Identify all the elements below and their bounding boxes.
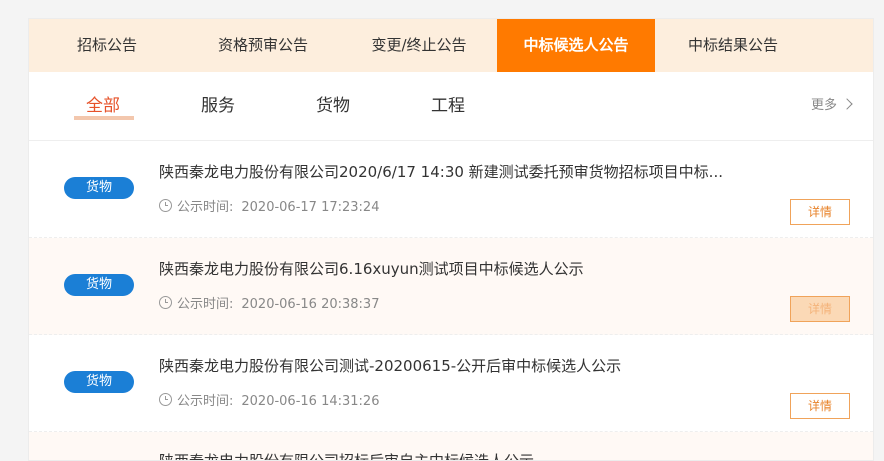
list-item: 陕西秦龙电力股份有限公司招标后审自主中标候选人公示 [29,432,873,460]
chevron-right-icon [841,98,853,110]
tab-prequalification[interactable]: 资格预审公告 [185,19,341,72]
item-meta: 公示时间: 2020-06-17 17:23:24 [159,196,379,215]
clock-icon [159,199,172,212]
item-title-link[interactable]: 陕西秦龙电力股份有限公司招标后审自主中标候选人公示 [159,450,759,460]
publish-time-value: 2020-06-17 17:23:24 [241,200,380,215]
category-services[interactable]: 服务 [201,94,235,118]
item-title-link[interactable]: 陕西秦龙电力股份有限公司测试-20200615-公开后审中标候选人公示 [159,355,759,376]
tab-winning-result[interactable]: 中标结果公告 [655,19,811,72]
announcement-panel: 招标公告 资格预审公告 变更/终止公告 中标候选人公告 中标结果公告 全部 服务… [28,18,874,461]
item-meta: 公示时间: 2020-06-16 14:31:26 [159,390,379,409]
detail-button[interactable]: 详情 [790,393,850,419]
detail-button[interactable]: 详情 [790,296,850,322]
tab-winning-candidate[interactable]: 中标候选人公告 [497,19,655,72]
tab-change-termination[interactable]: 变更/终止公告 [341,19,497,72]
clock-icon [159,393,172,406]
category-filter-bar: 全部 服务 货物 工程 更多 [29,72,873,141]
item-meta: 公示时间: 2020-06-16 20:38:37 [159,293,379,312]
list-item: 货物 陕西秦龙电力股份有限公司测试-20200615-公开后审中标候选人公示 公… [29,335,873,432]
active-category-underline [74,116,134,120]
list-item: 货物 陕西秦龙电力股份有限公司6.16xuyun测试项目中标候选人公示 公示时间… [29,238,873,335]
more-label: 更多 [810,98,837,113]
more-link[interactable]: 更多 [810,96,853,116]
publish-time-label: 公示时间: [177,200,234,215]
clock-icon [159,296,172,309]
publish-time-label: 公示时间: [177,394,234,409]
publish-time-value: 2020-06-16 14:31:26 [241,394,380,409]
item-title-link[interactable]: 陕西秦龙电力股份有限公司2020/6/17 14:30 新建测试委托预审货物招标… [159,161,759,182]
category-all[interactable]: 全部 [86,94,120,118]
category-badge: 货物 [64,371,134,393]
category-badge: 货物 [64,274,134,296]
category-badge: 货物 [64,177,134,199]
publish-time-value: 2020-06-16 20:38:37 [241,297,380,312]
list-item: 货物 陕西秦龙电力股份有限公司2020/6/17 14:30 新建测试委托预审货… [29,141,873,238]
tab-bid-announcement[interactable]: 招标公告 [29,19,185,72]
item-title-link[interactable]: 陕西秦龙电力股份有限公司6.16xuyun测试项目中标候选人公示 [159,258,759,279]
publish-time-label: 公示时间: [177,297,234,312]
category-goods[interactable]: 货物 [316,94,350,118]
announcement-type-tabs: 招标公告 资格预审公告 变更/终止公告 中标候选人公告 中标结果公告 [29,19,873,72]
category-engineering[interactable]: 工程 [431,94,465,118]
detail-button[interactable]: 详情 [790,199,850,225]
